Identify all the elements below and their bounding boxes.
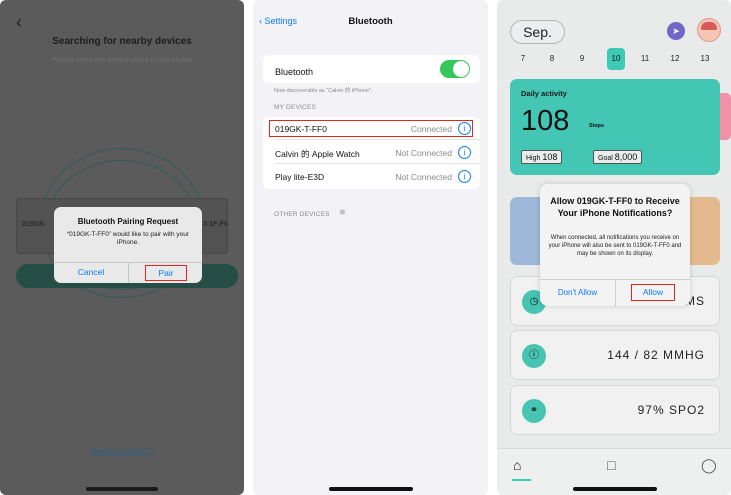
pairing-screen: ‹ Searching for nearby devices Please ke… — [0, 0, 244, 495]
step-unit: Steps — [589, 123, 604, 129]
goal-value: 8,000 — [614, 152, 638, 162]
page-subtitle: Please keep the device close to the phon… — [51, 55, 193, 64]
avatar-hair — [701, 22, 717, 30]
telegram-icon[interactable]: ➤ — [667, 22, 685, 40]
section-header: OTHER DEVICES — [274, 211, 330, 218]
device-name: Calvin 的 Apple Watch — [275, 149, 360, 159]
health-app-screen: Sep. ➤ 7 8 9 10 11 12 13 Daily activity … — [497, 0, 731, 495]
device-id-left: 019GK- — [22, 221, 47, 228]
divider — [615, 279, 616, 306]
device-tab-icon[interactable]: □ — [607, 457, 615, 473]
divider — [275, 163, 480, 164]
month-selector[interactable]: Sep. — [510, 20, 565, 44]
home-indicator — [573, 487, 657, 491]
info-icon[interactable]: i — [458, 170, 471, 183]
high-label: High — [526, 155, 541, 162]
divider — [275, 139, 480, 140]
device-name: Play lite-E3D — [275, 172, 325, 182]
avatar[interactable] — [697, 18, 721, 42]
oxygen-icon: ⚭ — [522, 399, 546, 423]
day-item[interactable]: 11 — [636, 54, 654, 63]
day-item[interactable]: 8 — [543, 54, 561, 63]
daily-activity-card[interactable]: Daily activity 108 Steps High 108 Goal 8… — [510, 79, 720, 175]
day-item-selected[interactable]: 10 — [607, 48, 625, 70]
bluetooth-label: Bluetooth — [275, 67, 314, 77]
device-row[interactable]: Calvin 的 Apple Watch Not Connected i — [263, 142, 480, 164]
home-tab-icon[interactable]: ⌂ — [513, 457, 521, 473]
day-item[interactable]: 7 — [514, 54, 532, 63]
alert-title: Bluetooth Pairing Request — [77, 217, 179, 226]
device-status: Not Connected — [395, 172, 452, 182]
info-icon[interactable]: i — [458, 146, 471, 159]
dont-allow-button[interactable]: Don't Allow — [540, 288, 615, 297]
profile-tab-icon[interactable]: ◯ — [701, 457, 717, 474]
page-title: Searching for nearby devices — [52, 36, 192, 47]
highlight-box — [269, 120, 473, 137]
home-indicator — [86, 487, 158, 491]
heart-pressure-icon: ⓘ — [522, 344, 546, 368]
device-row[interactable]: Play lite-E3D Not Connected i — [263, 166, 480, 188]
alert-message: When connected, all notifications you re… — [548, 235, 682, 257]
section-header: MY DEVICES — [274, 104, 316, 111]
discoverable-note: Now discoverable as “Calvin 的 iPhone”. — [274, 88, 373, 94]
bluetooth-toggle[interactable] — [440, 60, 470, 78]
device-id-right: 3:1F:F0 — [203, 221, 228, 228]
home-indicator — [329, 487, 413, 491]
device-not-found-link[interactable]: Device not found ? — [0, 446, 244, 455]
device-status: Not Connected — [395, 148, 452, 158]
divider — [128, 262, 129, 283]
stat-card[interactable]: ⓘ 144 / 82 MMHG — [510, 330, 720, 380]
step-count: 108 — [521, 105, 570, 137]
alert-title: Allow 019GK-T-FF0 to Receive Your iPhone… — [550, 196, 680, 218]
alert-message: “019GK-T-FF0” would like to pair with yo… — [66, 231, 190, 246]
bluetooth-toggle-row: Bluetooth — [263, 55, 480, 83]
pair-button[interactable]: Pair — [145, 265, 187, 281]
cancel-button[interactable]: Cancel — [54, 267, 128, 277]
notification-permission-alert: Allow 019GK-T-FF0 to Receive Your iPhone… — [540, 184, 690, 306]
day-item[interactable]: 13 — [696, 54, 714, 63]
pink-card-edge — [720, 93, 731, 140]
stat-value: 97% SPO2 — [637, 403, 705, 417]
page-title: Bluetooth — [348, 16, 393, 27]
day-item[interactable]: 9 — [573, 54, 591, 63]
allow-button[interactable]: Allow — [631, 284, 675, 301]
high-value: 108 — [542, 152, 558, 162]
activity-label: Daily activity — [521, 89, 567, 98]
goal-chip: Goal 8,000 — [593, 150, 643, 164]
pairing-alert: Bluetooth Pairing Request “019GK-T-FF0” … — [54, 207, 202, 283]
stat-value: 144 / 82 MMHG — [607, 348, 705, 362]
stat-card[interactable]: ⚭ 97% SPO2 — [510, 385, 720, 435]
day-item[interactable]: 12 — [666, 54, 684, 63]
high-chip: High 108 — [521, 150, 563, 164]
back-chevron-icon[interactable]: ‹ — [16, 12, 22, 33]
bluetooth-settings-screen: ‹ Settings Bluetooth Bluetooth Now disco… — [253, 0, 488, 495]
tab-active-indicator — [512, 479, 531, 481]
loading-spinner-icon: ❋ — [339, 208, 346, 217]
toggle-knob — [453, 61, 469, 77]
goal-label: Goal — [598, 155, 613, 162]
